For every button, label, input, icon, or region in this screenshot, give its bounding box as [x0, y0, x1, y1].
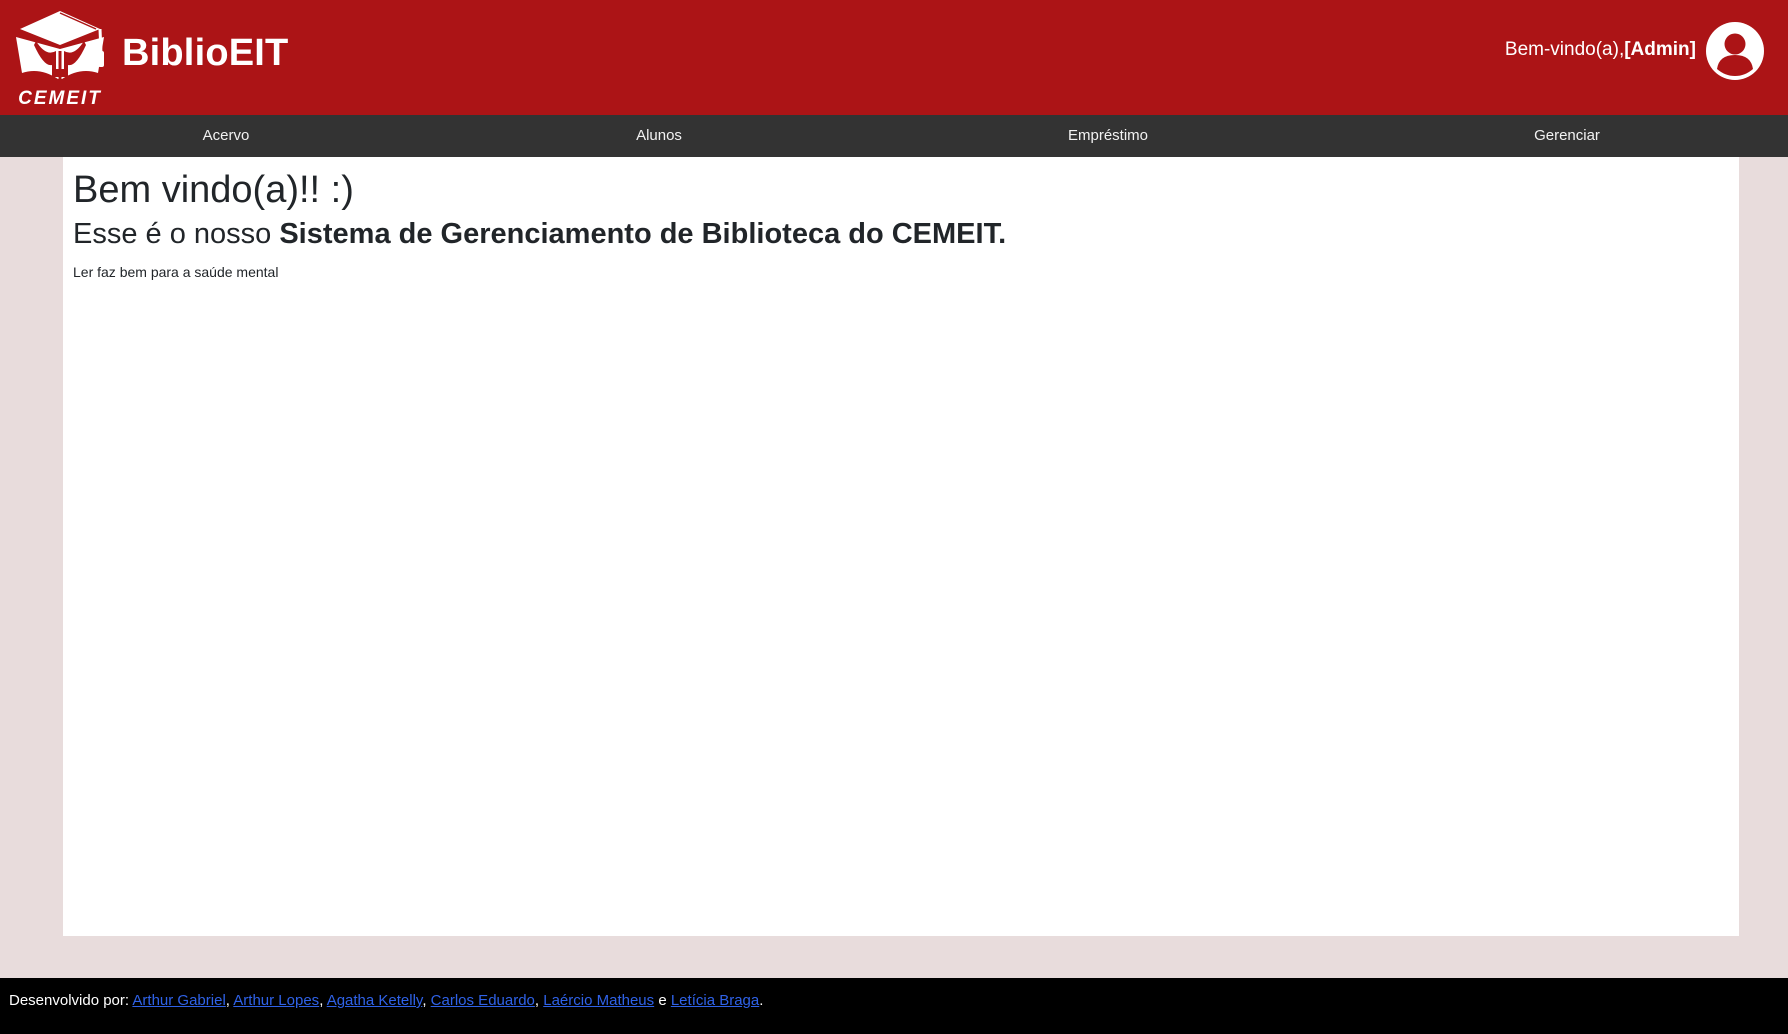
footer-separator: , — [534, 992, 544, 1009]
developer-link[interactable]: Laércio Matheus — [543, 992, 654, 1009]
developer-link[interactable]: Arthur Gabriel — [132, 992, 225, 1009]
page-subtitle: Esse é o nosso Sistema de Gerenciamento … — [73, 216, 1006, 252]
nav-item-alunos[interactable]: Alunos — [636, 115, 682, 157]
developer-link[interactable]: Agatha Ketelly — [327, 992, 423, 1009]
page-title: Bem vindo(a)!! :) — [73, 169, 354, 211]
developer-link[interactable]: Carlos Eduardo — [431, 992, 535, 1009]
subtitle-prefix: Esse é o nosso — [73, 218, 280, 250]
footer-separator: , — [422, 992, 431, 1009]
nav-item-emprestimo[interactable]: Empréstimo — [1068, 115, 1148, 157]
footer-credits: Desenvolvido por: Arthur Gabriel, Arthur… — [9, 991, 763, 1011]
user-circle-icon[interactable] — [1705, 21, 1765, 81]
nav-item-acervo[interactable]: Acervo — [203, 115, 250, 157]
welcome-prefix: Bem-vindo(a), — [1504, 39, 1625, 60]
svg-text:CEMEIT: CEMEIT — [18, 88, 102, 109]
tagline-text: Ler faz bem para a saúde mental — [73, 264, 279, 280]
page-footer: Desenvolvido por: Arthur Gabriel, Arthur… — [0, 978, 1788, 1034]
developer-link[interactable]: Letícia Braga — [671, 992, 759, 1009]
footer-suffix: . — [759, 992, 764, 1009]
content-card: Bem vindo(a)!! :) Esse é o nosso Sistema… — [63, 157, 1739, 936]
top-header: CEMEIT BiblioEIT Bem-vindo(a),[Admin] — [0, 0, 1788, 115]
welcome-username: [Admin] — [1624, 39, 1696, 60]
footer-conjunction: e — [654, 992, 671, 1009]
brand-title[interactable]: BiblioEIT — [122, 30, 288, 76]
welcome-message: Bem-vindo(a),[Admin] — [1505, 38, 1696, 62]
footer-prefix: Desenvolvido por: — [9, 992, 133, 1009]
developer-link[interactable]: Arthur Lopes — [233, 992, 319, 1009]
footer-separator: , — [319, 992, 327, 1009]
subtitle-system-name: Sistema de Gerenciamento de Biblioteca d… — [279, 218, 1007, 250]
nav-item-gerenciar[interactable]: Gerenciar — [1534, 115, 1600, 157]
main-navbar: Acervo Alunos Empréstimo Gerenciar — [0, 115, 1788, 157]
cemeit-logo-icon[interactable]: CEMEIT — [6, 7, 114, 109]
